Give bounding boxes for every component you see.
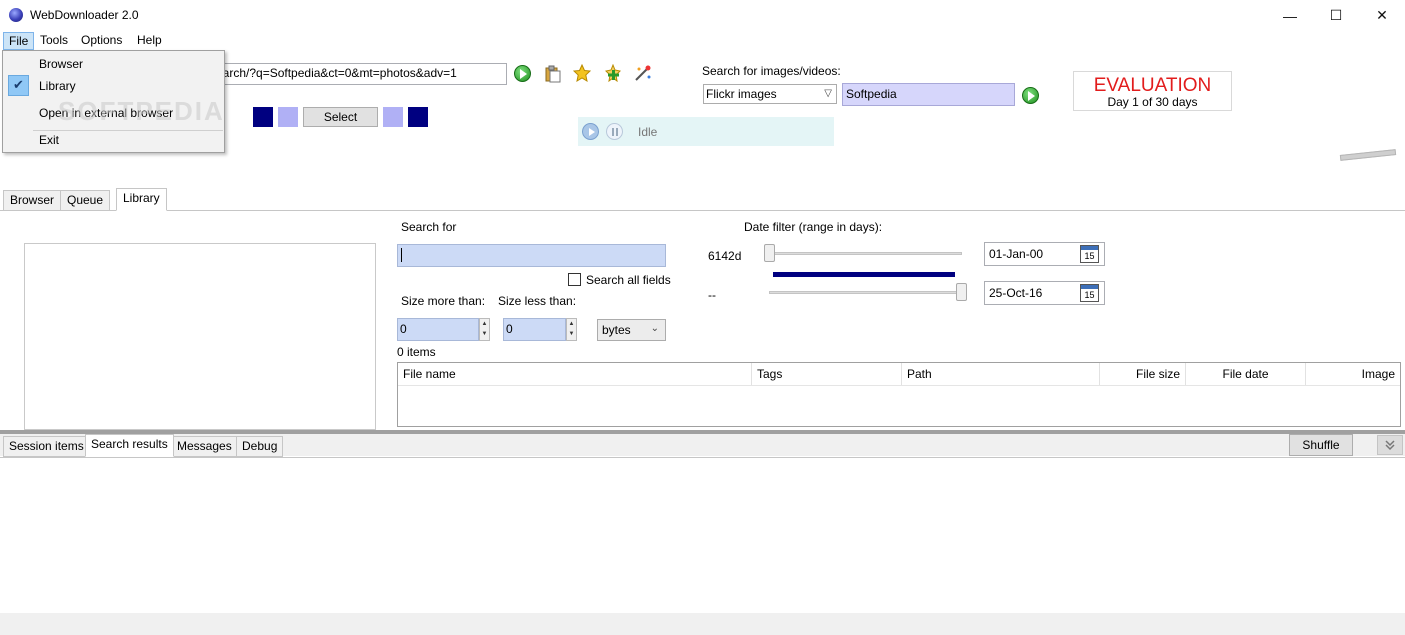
shuffle-button[interactable]: Shuffle (1289, 434, 1353, 456)
magic-icon[interactable] (634, 64, 652, 82)
menu-bar (0, 31, 1405, 51)
color-swatch-dark[interactable] (253, 107, 273, 127)
menu-file[interactable]: File (3, 32, 35, 50)
size-unit-value: bytes (602, 323, 631, 337)
evaluation-days: Day 1 of 30 days (1107, 95, 1198, 109)
go-icon[interactable] (514, 65, 531, 82)
color-swatch-light[interactable] (278, 107, 298, 127)
go-icon[interactable] (1022, 87, 1039, 104)
status-panel: Idle (578, 117, 834, 146)
days-value-end: -- (708, 288, 716, 302)
date-from-value: 01-Jan-00 (989, 247, 1044, 261)
horizontal-scrollbar[interactable] (0, 613, 1405, 635)
zoom-slider[interactable] (1339, 149, 1397, 161)
range-indicator (773, 272, 955, 277)
close-button[interactable]: ✕ (1359, 0, 1405, 31)
size-less-input[interactable]: 0 (503, 318, 566, 341)
column-file-name[interactable]: File name (398, 363, 752, 385)
days-value: 6142d (708, 249, 742, 263)
collapse-icon[interactable] (1377, 435, 1403, 455)
checkmark-icon: ✔ (8, 75, 29, 96)
file-menu-exit[interactable]: Exit (39, 133, 59, 147)
search-for-label: Search for (401, 220, 457, 234)
date-filter-label: Date filter (range in days): (744, 220, 883, 234)
menu-help[interactable]: Help (132, 32, 167, 50)
size-less-stepper[interactable]: ▲ ▼ (566, 318, 577, 341)
evaluation-title: EVALUATION (1093, 75, 1212, 96)
date-to-value: 25-Oct-16 (989, 286, 1043, 300)
menu-separator (33, 130, 223, 131)
evaluation-box: EVALUATION Day 1 of 30 days (1073, 71, 1232, 111)
color-swatch-dark[interactable] (408, 107, 428, 127)
file-menu-browser[interactable]: Browser (39, 57, 83, 71)
star-icon[interactable] (572, 63, 592, 83)
chevron-down-icon: ▽ (824, 88, 832, 99)
size-more-stepper[interactable]: ▲ ▼ (479, 318, 490, 341)
add-icon[interactable] (604, 63, 622, 83)
tab-browser[interactable]: Browser (3, 190, 62, 211)
column-image[interactable]: Image (1306, 363, 1400, 385)
library-tree[interactable] (24, 243, 376, 430)
search-results-area (0, 457, 1405, 613)
status-text: Idle (638, 125, 658, 139)
column-path[interactable]: Path (902, 363, 1100, 385)
search-all-label: Search all fields (586, 273, 671, 287)
tab-session-items[interactable]: Session items (3, 436, 90, 457)
text-caret (401, 248, 402, 262)
pause-icon[interactable] (606, 123, 623, 140)
chevron-down-icon: ⌄ (650, 323, 659, 334)
app-icon (9, 8, 23, 22)
menu-options[interactable]: Options (76, 32, 127, 50)
file-menu-library[interactable]: Library (39, 79, 76, 93)
image-query-input[interactable]: Softpedia (842, 83, 1015, 106)
calendar-icon[interactable]: 15 (1080, 245, 1099, 263)
size-more-input[interactable]: 0 (397, 318, 479, 341)
size-unit-select[interactable]: bytes ⌄ (597, 319, 666, 341)
end-slider-track[interactable] (769, 291, 962, 294)
tab-library[interactable]: Library (116, 188, 167, 211)
maximize-button[interactable]: ☐ (1313, 0, 1359, 31)
image-search-label: Search for images/videos: (702, 64, 841, 78)
tab-search-results[interactable]: Search results (85, 434, 174, 457)
select-button[interactable]: Select (303, 107, 378, 127)
play-icon[interactable] (582, 123, 599, 140)
column-file-date[interactable]: File date (1186, 363, 1306, 385)
image-source-select[interactable]: Flickr images ▽ (703, 84, 837, 104)
search-input[interactable] (397, 244, 666, 267)
minimize-button[interactable]: — (1267, 0, 1313, 31)
start-slider-track[interactable] (769, 252, 962, 255)
calendar-icon[interactable]: 15 (1080, 284, 1099, 302)
paste-icon[interactable] (544, 65, 562, 83)
url-input[interactable]: earch/?q=Softpedia&ct=0&mt=photos&adv=1 (205, 63, 507, 85)
column-tags[interactable]: Tags (752, 363, 902, 385)
watermark: SOFTPEDIA (58, 96, 225, 126)
image-source-value: Flickr images (706, 87, 777, 101)
color-swatch-light[interactable] (383, 107, 403, 127)
file-table: File name Tags Path File size File date … (397, 362, 1401, 427)
title-bar (0, 0, 1405, 31)
tab-debug[interactable]: Debug (236, 436, 284, 457)
end-slider-thumb[interactable] (956, 283, 967, 301)
items-count: 0 items (397, 345, 436, 359)
tab-messages[interactable]: Messages (171, 436, 238, 457)
menu-tools[interactable]: Tools (35, 32, 73, 50)
search-all-checkbox[interactable] (568, 273, 581, 286)
window-title: WebDownloader 2.0 (30, 8, 139, 22)
header-divider (398, 385, 1400, 386)
tab-queue[interactable]: Queue (60, 190, 111, 211)
size-more-label: Size more than: (401, 294, 486, 308)
start-slider-thumb[interactable] (764, 244, 775, 262)
size-less-label: Size less than: (498, 294, 577, 308)
column-file-size[interactable]: File size (1100, 363, 1186, 385)
